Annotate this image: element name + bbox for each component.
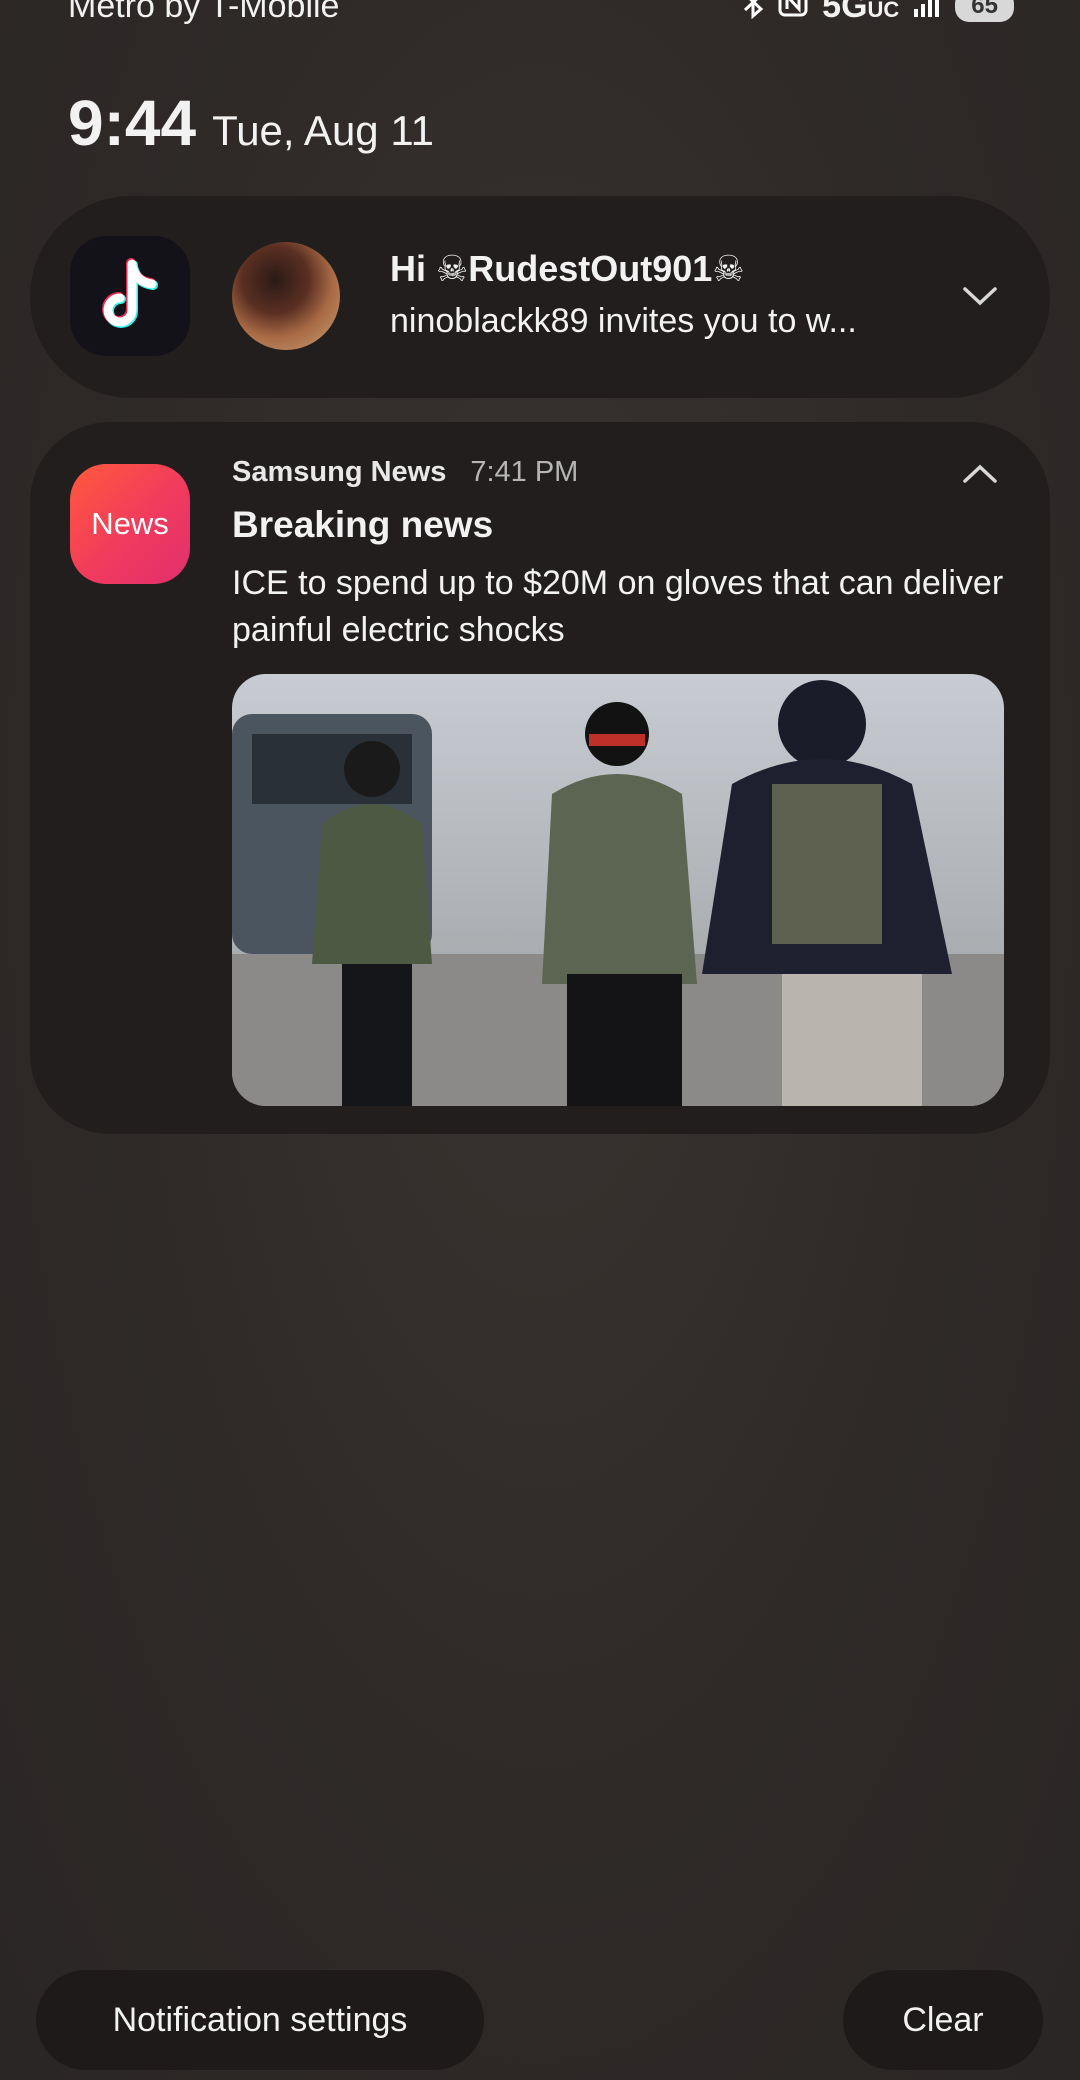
news-photo[interactable] bbox=[232, 674, 1004, 1106]
sender-avatar bbox=[232, 242, 340, 350]
carrier-label: Metro by T-Mobile bbox=[68, 0, 340, 25]
notification-body: ninoblackk89 invites you to w... bbox=[390, 302, 857, 340]
clock-header: 9:44 Tue, Aug 11 bbox=[68, 86, 434, 160]
tiktok-icon bbox=[70, 236, 190, 356]
app-name: Samsung News bbox=[232, 456, 447, 488]
clock-time: 9:44 bbox=[68, 87, 197, 159]
notification-body: ICE to spend up to $20M on gloves that c… bbox=[232, 564, 1004, 649]
samsung-news-notification[interactable]: News Samsung News 7:41 PM Breaking news … bbox=[30, 422, 1050, 1134]
signal-icon bbox=[913, 0, 941, 26]
chevron-up-icon[interactable] bbox=[962, 456, 998, 492]
status-icons: 5GUC 65 bbox=[742, 0, 1014, 28]
status-bar: Metro by T-Mobile 5GUC 65 bbox=[68, 0, 1014, 26]
chevron-down-icon[interactable] bbox=[962, 278, 998, 314]
clear-button[interactable]: Clear bbox=[843, 1970, 1043, 2070]
network-type: 5G bbox=[822, 0, 868, 25]
notification-settings-button[interactable]: Notification settings bbox=[36, 1970, 484, 2070]
samsung-news-icon: News bbox=[70, 464, 190, 584]
tiktok-notification[interactable]: Hi ☠RudestOut901☠ ninoblackk89 invites y… bbox=[30, 196, 1050, 398]
notification-time: 7:41 PM bbox=[470, 456, 579, 488]
notification-title: Breaking news bbox=[232, 504, 494, 545]
network-suffix: UC bbox=[867, 0, 900, 22]
nfc-icon bbox=[778, 0, 808, 26]
bluetooth-icon bbox=[742, 0, 764, 28]
news-icon-label: News bbox=[91, 506, 169, 541]
notification-meta: Samsung News 7:41 PM bbox=[232, 456, 578, 489]
notification-title: Hi ☠RudestOut901☠ bbox=[390, 248, 745, 289]
clock-date: Tue, Aug 11 bbox=[212, 107, 434, 154]
network-label: 5GUC bbox=[822, 0, 899, 26]
battery-icon: 65 bbox=[955, 0, 1014, 22]
